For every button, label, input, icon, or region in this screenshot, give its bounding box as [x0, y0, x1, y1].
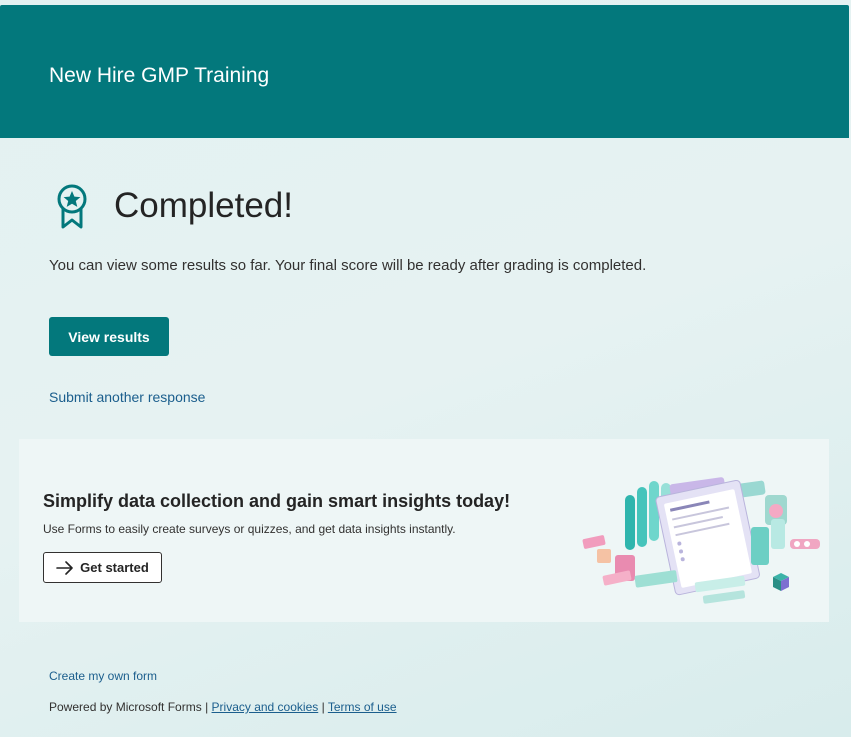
form-title: New Hire GMP Training	[49, 64, 270, 87]
privacy-and-cookies-link[interactable]: Privacy and cookies	[212, 700, 319, 714]
promo-title: Simplify data collection and gain smart …	[43, 491, 511, 511]
form-header: New Hire GMP Training	[0, 5, 849, 138]
footer-separator: |	[321, 700, 325, 714]
completed-heading: Completed!	[114, 186, 293, 225]
arrow-right-icon	[56, 560, 73, 575]
footer-separator: |	[205, 700, 209, 714]
promo-banner: Simplify data collection and gain smart …	[19, 439, 829, 622]
promo-subtitle: Use Forms to easily create surveys or qu…	[43, 522, 456, 536]
submit-another-response-link[interactable]: Submit another response	[49, 389, 205, 405]
ribbon-star-icon	[57, 184, 87, 229]
powered-by-text: Powered by Microsoft Forms	[49, 700, 202, 714]
status-message: You can view some results so far. Your f…	[49, 257, 647, 274]
page: New Hire GMP Training Completed! You can…	[0, 0, 851, 737]
get-started-label: Get started	[80, 560, 149, 575]
terms-of-use-link[interactable]: Terms of use	[328, 700, 397, 714]
create-my-own-form-link[interactable]: Create my own form	[49, 669, 157, 683]
get-started-button[interactable]: Get started	[43, 552, 162, 583]
forms-illustration	[582, 477, 820, 604]
completion-status: Completed!	[52, 182, 293, 230]
view-results-button[interactable]: View results	[49, 317, 169, 356]
footer-legal: Powered by Microsoft Forms | Privacy and…	[49, 700, 397, 714]
